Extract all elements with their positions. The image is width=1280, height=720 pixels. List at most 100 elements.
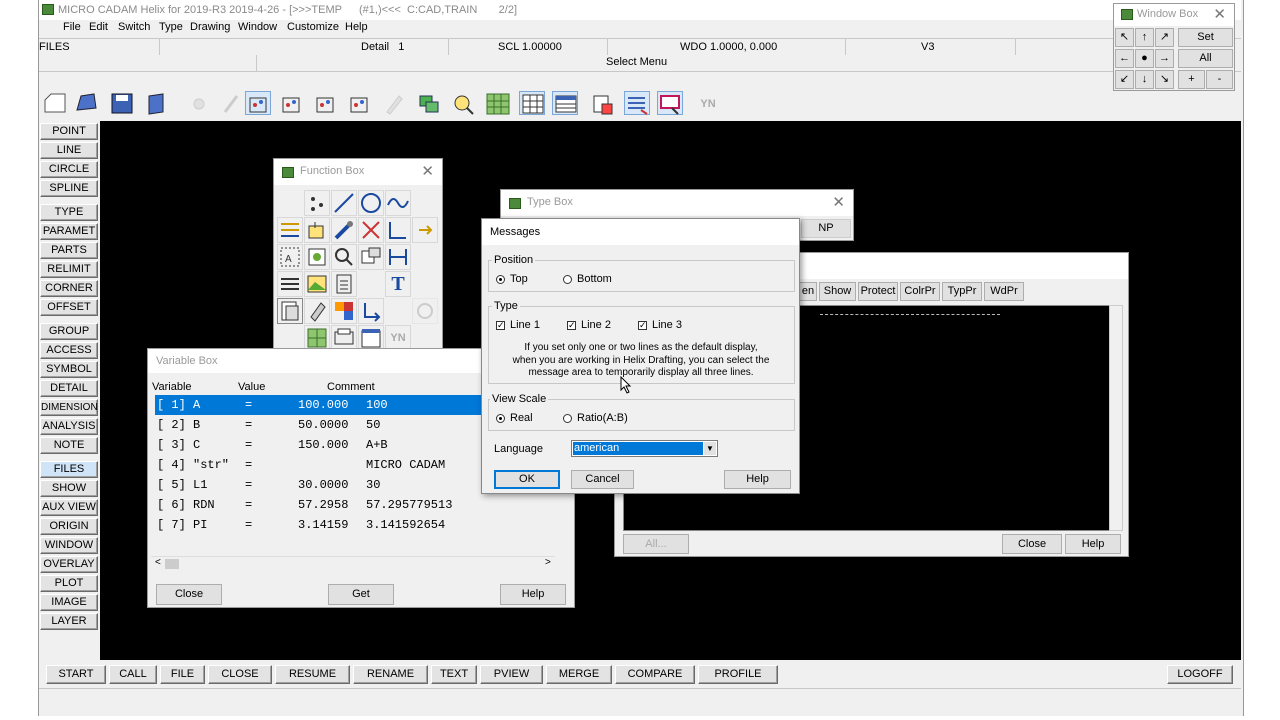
cmd-profile[interactable]: PROFILE (698, 665, 778, 684)
menu-overlay[interactable]: OVERLAY (40, 556, 98, 573)
center-dot-icon[interactable]: ● (1135, 49, 1154, 68)
arrow-up-right-icon[interactable]: ↗ (1155, 28, 1174, 47)
disabled-tool-icon[interactable] (412, 298, 438, 324)
all-button[interactable]: All... (623, 534, 689, 554)
arrow-up-left-icon[interactable]: ↖ (1115, 28, 1134, 47)
arrow-left-icon[interactable]: ← (1115, 49, 1134, 68)
menu-aux-view[interactable]: AUX VIEW (40, 499, 98, 516)
scroll-left-icon[interactable]: < (155, 557, 161, 568)
spline-tool-icon[interactable] (385, 190, 411, 216)
window-box-titlebar[interactable]: Window Box ✕ (1114, 4, 1234, 26)
analysis-tool-icon[interactable] (277, 271, 303, 297)
command-input[interactable] (39, 688, 1241, 715)
tab-show[interactable]: Show (819, 282, 856, 301)
offset-tool-icon[interactable] (412, 217, 438, 243)
menu-dimension[interactable]: DIMENSION (40, 399, 98, 416)
cmd-logoff[interactable]: LOGOFF (1167, 665, 1233, 684)
menu-files[interactable]: FILES (40, 461, 98, 478)
line-tool-icon[interactable] (331, 190, 357, 216)
arrow-down-right-icon[interactable]: ↘ (1155, 70, 1174, 89)
cmd-text[interactable]: TEXT (431, 665, 477, 684)
menu-file[interactable]: File (63, 21, 81, 33)
chevron-down-icon[interactable]: ▼ (704, 442, 716, 455)
corner-tool-icon[interactable] (385, 217, 411, 243)
hand-icon[interactable] (186, 92, 212, 116)
yn-icon[interactable]: YN (695, 92, 721, 116)
checkbox-line2[interactable]: ✓ (567, 321, 576, 330)
cmd-rename[interactable]: RENAME (353, 665, 428, 684)
table-row[interactable]: [ 7] PI = 3.14159 3.141592654 (155, 515, 485, 535)
menu-switch[interactable]: Switch (118, 21, 150, 33)
tab-typpr[interactable]: TypPr (942, 282, 982, 301)
menu-detail[interactable]: DETAIL (40, 380, 98, 397)
group-tool-icon[interactable]: A (277, 244, 303, 270)
messages-titlebar[interactable]: Messages (482, 219, 799, 245)
view-4-icon[interactable] (347, 92, 373, 116)
menu-layer[interactable]: LAYER (40, 613, 98, 630)
menu-paramet[interactable]: PARAMET (40, 223, 98, 240)
point-tool-icon[interactable] (304, 190, 330, 216)
menu-edit[interactable]: Edit (89, 21, 108, 33)
erase-icon[interactable] (657, 91, 683, 115)
circle-tool-icon[interactable] (358, 190, 384, 216)
table-row[interactable]: [ 4] "str" = MICRO CADAM (155, 455, 485, 475)
menu-help[interactable]: Help (345, 21, 368, 33)
close-icon[interactable]: ✕ (421, 162, 434, 180)
eraser-tool-icon[interactable] (304, 298, 330, 324)
table-row[interactable]: [ 1] A = 100.000 100 (155, 395, 485, 415)
type-tool-icon[interactable] (277, 217, 303, 243)
radio-top[interactable] (496, 275, 505, 284)
parts-tool-icon[interactable] (331, 217, 357, 243)
calculator-tool-icon[interactable] (331, 271, 357, 297)
cmd-merge[interactable]: MERGE (546, 665, 612, 684)
language-select[interactable]: american ▼ (571, 440, 718, 457)
menu-line[interactable]: LINE (40, 142, 98, 159)
menu-note[interactable]: NOTE (40, 437, 98, 454)
tab-en[interactable]: en (799, 282, 817, 301)
checkbox-line1-label[interactable]: Line 1 (510, 319, 540, 331)
radio-real-label[interactable]: Real (510, 412, 533, 424)
cmd-pview[interactable]: PVIEW (480, 665, 543, 684)
view-2-icon[interactable] (279, 92, 305, 116)
detail-tool-icon[interactable] (358, 244, 384, 270)
save-as-icon[interactable] (143, 92, 169, 116)
table-row[interactable]: [ 2] B = 50.0000 50 (155, 415, 485, 435)
menu-analysis[interactable]: ANALYSIS (40, 418, 98, 435)
checkbox-line2-label[interactable]: Line 2 (581, 319, 611, 331)
arrow-up-icon[interactable]: ↑ (1135, 28, 1154, 47)
menu-customize[interactable]: Customize (287, 21, 339, 33)
shapes-tool-icon[interactable] (331, 298, 357, 324)
pencil-icon[interactable] (381, 92, 407, 116)
table-icon[interactable] (552, 91, 578, 115)
open-file-icon[interactable] (74, 92, 100, 116)
ok-button[interactable]: OK (494, 470, 560, 489)
table-row[interactable]: [ 5] L1 = 30.0000 30 (155, 475, 485, 495)
zoom-icon[interactable] (451, 92, 477, 116)
menu-window[interactable]: Window (238, 21, 277, 33)
arrow-down-icon[interactable]: ↓ (1135, 70, 1154, 89)
pen-icon[interactable] (219, 92, 245, 116)
relimit-tool-icon[interactable] (358, 217, 384, 243)
tab-colrpr[interactable]: ColrPr (900, 282, 940, 301)
tab-protect[interactable]: Protect (858, 282, 898, 301)
lines-settings-icon[interactable] (624, 91, 650, 115)
menu-drawing[interactable]: Drawing (190, 21, 230, 33)
grid-icon[interactable] (485, 92, 511, 116)
scroll-right-icon[interactable]: > (545, 557, 551, 568)
menu-plot[interactable]: PLOT (40, 575, 98, 592)
radio-top-label[interactable]: Top (510, 273, 528, 285)
menu-image[interactable]: IMAGE (40, 594, 98, 611)
help-button[interactable]: Help (500, 584, 566, 605)
image-tool-icon[interactable] (304, 271, 330, 297)
radio-bottom-label[interactable]: Bottom (577, 273, 612, 285)
cmd-file[interactable]: FILE (160, 665, 205, 684)
menu-offset[interactable]: OFFSET (40, 299, 98, 316)
radio-ratio-label[interactable]: Ratio(A:B) (577, 412, 628, 424)
horizontal-scrollbar[interactable]: < > (151, 556, 555, 571)
menu-origin[interactable]: ORIGIN (40, 518, 98, 535)
help-button[interactable]: Help (1065, 534, 1121, 554)
zoom-out-button[interactable]: - (1206, 70, 1233, 89)
view-3-icon[interactable] (313, 92, 339, 116)
arrow-right-icon[interactable]: → (1155, 49, 1174, 68)
menu-parts[interactable]: PARTS (40, 242, 98, 259)
